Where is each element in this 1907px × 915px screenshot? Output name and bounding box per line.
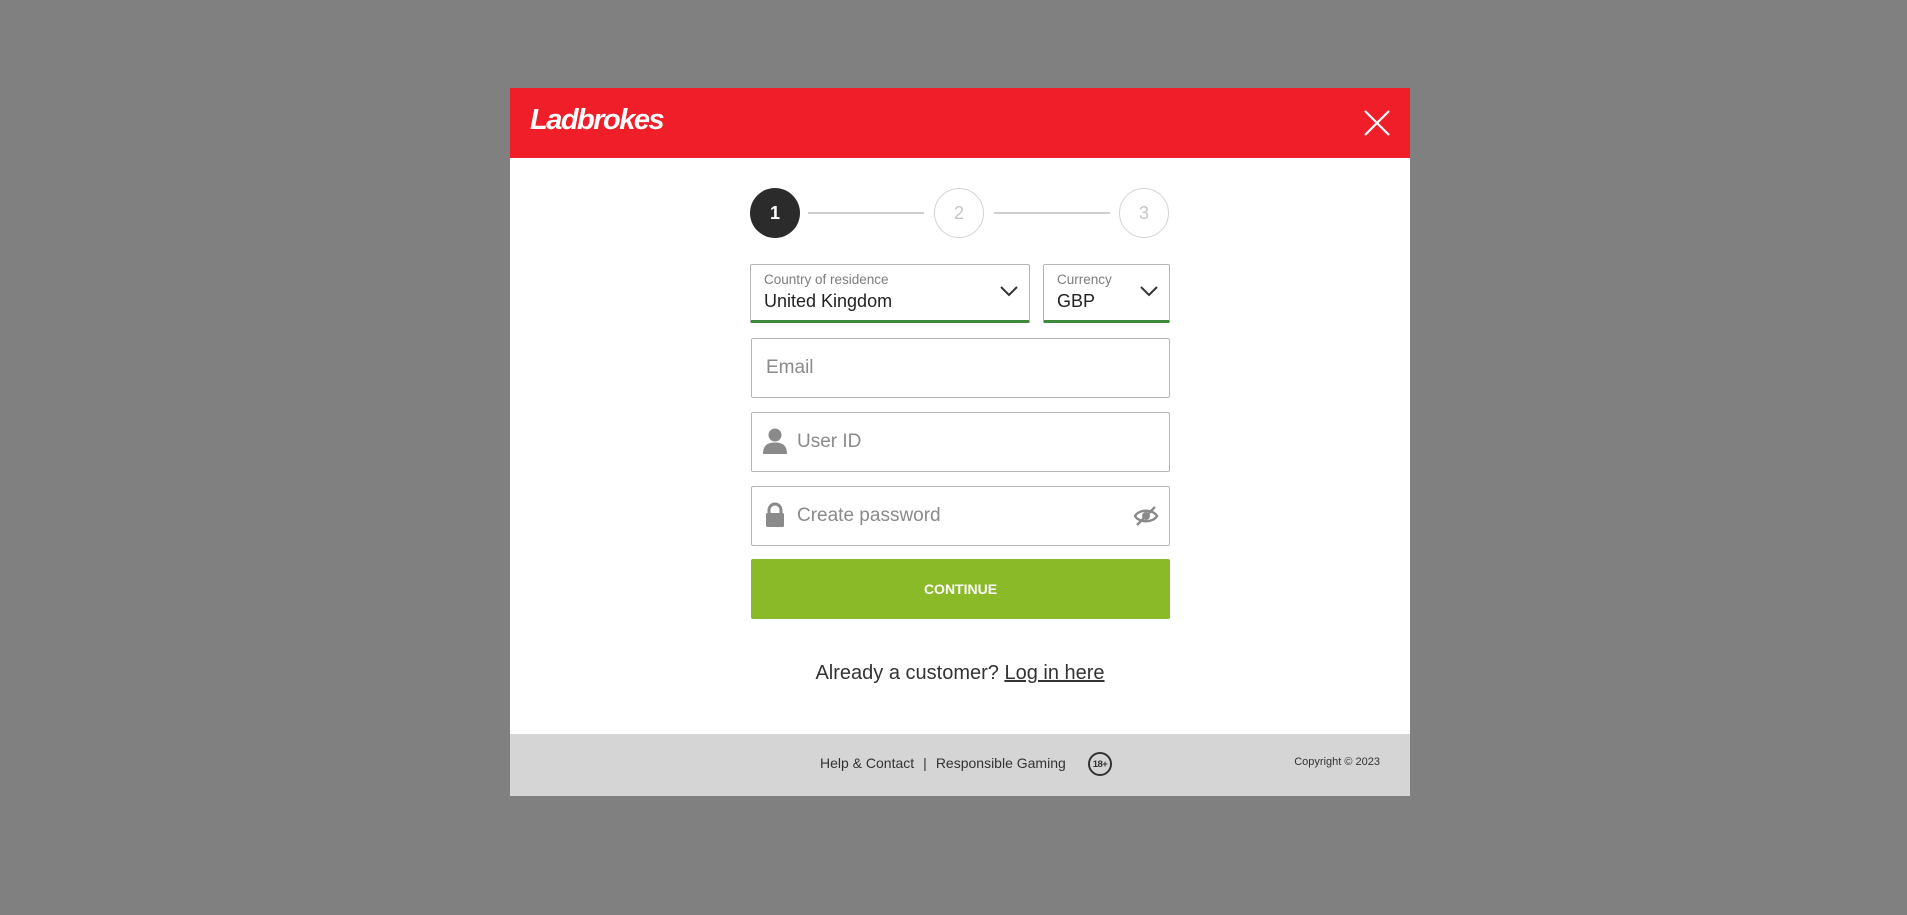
currency-select[interactable]: Currency GBP	[1043, 264, 1170, 323]
user-id-field[interactable]: User ID	[751, 412, 1170, 472]
email-field[interactable]: Email	[751, 338, 1170, 398]
country-select[interactable]: Country of residence United Kingdom	[750, 264, 1030, 323]
copyright-text: Copyright © 2023	[1294, 756, 1380, 768]
footer-links: Help & Contact | Responsible Gaming	[820, 755, 1066, 771]
chevron-down-icon	[1000, 286, 1018, 297]
step-1: 1	[750, 188, 800, 238]
eye-off-icon[interactable]	[1133, 504, 1159, 528]
close-button[interactable]	[1363, 109, 1391, 137]
footer-separator: |	[923, 755, 927, 771]
currency-value: GBP	[1057, 291, 1096, 311]
modal-footer: Help & Contact | Responsible Gaming 18+ Co…	[510, 734, 1410, 796]
country-value: United Kingdom	[764, 291, 893, 311]
step-3: 3	[1119, 188, 1169, 238]
login-prompt: Already a customer? Log in here	[510, 662, 1410, 685]
help-contact-link[interactable]: Help & Contact	[820, 755, 914, 771]
age-18-badge-icon: 18+	[1088, 752, 1112, 776]
email-placeholder: Email	[766, 357, 814, 378]
ladbrokes-logo: Ladbrokes	[530, 104, 665, 136]
currency-label: Currency	[1057, 272, 1112, 287]
modal-header: Ladbrokes	[510, 88, 1410, 158]
step-connector	[994, 212, 1110, 214]
country-label: Country of residence	[764, 272, 889, 287]
close-icon	[1364, 110, 1390, 136]
responsible-gaming-link[interactable]: Responsible Gaming	[936, 755, 1066, 771]
registration-stepper: 1 2 3	[750, 188, 1170, 240]
continue-button[interactable]: CONTINUE	[751, 559, 1170, 619]
password-placeholder: Create password	[797, 505, 941, 526]
step-2: 2	[934, 188, 984, 238]
user-id-placeholder: User ID	[797, 431, 862, 452]
password-field[interactable]: Create password	[751, 486, 1170, 546]
chevron-down-icon	[1140, 286, 1158, 297]
step-connector	[808, 212, 924, 214]
lock-icon	[766, 502, 784, 527]
login-prompt-text: Already a customer?	[815, 662, 999, 684]
user-icon	[763, 428, 787, 454]
registration-modal: Ladbrokes 1 2 3 Country of residence Uni…	[510, 88, 1410, 796]
login-link[interactable]: Log in here	[1004, 662, 1104, 684]
